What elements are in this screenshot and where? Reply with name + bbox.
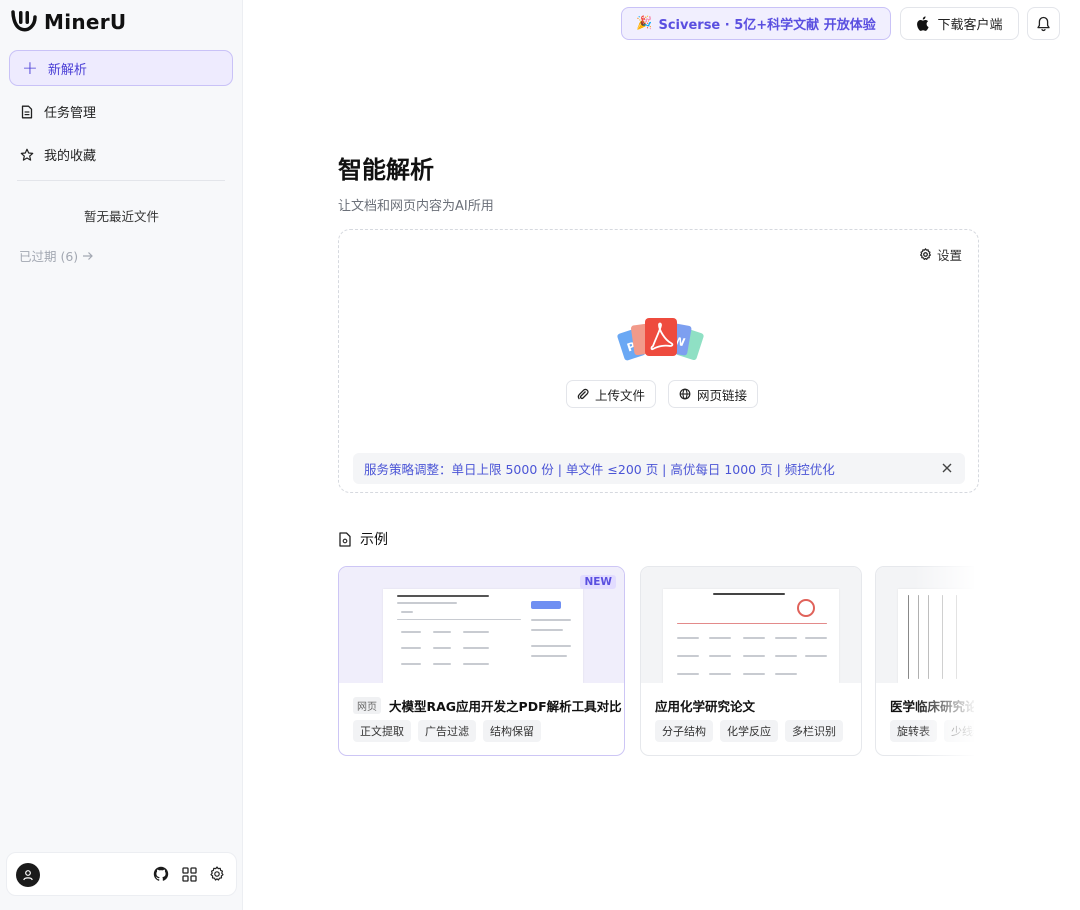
example-card-chemistry[interactable]: 应用化学研究论文 分子结构 化学反应 多栏识别 — [640, 566, 862, 756]
example-thumbnail — [641, 567, 861, 683]
sidebar-divider — [17, 180, 225, 181]
paperclip-icon — [577, 388, 589, 400]
settings-label: 设置 — [936, 248, 962, 263]
download-client-label: 下载客户端 — [937, 18, 1003, 33]
document-icon — [339, 531, 351, 547]
new-parse-label: 新解析 — [47, 62, 87, 78]
example-title: 大模型RAG应用开发之PDF解析工具对比 — [389, 699, 622, 714]
example-tag: 旋转表 — [890, 720, 937, 742]
plus-icon: + — [22, 56, 38, 79]
party-popper-icon: 🎉 — [636, 16, 653, 31]
examples-heading-label: 示例 — [360, 532, 388, 548]
example-tag: 分子结构 — [655, 720, 713, 742]
new-badge: NEW — [580, 575, 616, 589]
github-icon[interactable] — [152, 865, 170, 883]
example-type-badge: 网页 — [353, 697, 381, 714]
example-card-rag[interactable]: NEW 网页 大模型RAG应用开发之PDF解析工具对比 正文提取 广告过滤 结构… — [338, 566, 625, 756]
new-parse-button[interactable]: + 新解析 — [9, 50, 233, 86]
web-link-label: 网页链接 — [697, 387, 748, 403]
examples-carousel: NEW 网页 大模型RAG应用开发之PDF解析工具对比 正文提取 广告过滤 结构… — [338, 566, 974, 758]
app-logo[interactable]: MinerU — [10, 9, 126, 35]
parse-settings-button[interactable]: 设置 — [919, 245, 962, 264]
settings-gear-icon[interactable] — [208, 865, 226, 883]
example-tag: 广告过滤 — [418, 720, 476, 742]
examples-heading: 示例 — [338, 529, 388, 549]
file-types-illustration-icon: P W — [617, 318, 704, 361]
example-thumbnail: NEW — [339, 567, 624, 683]
document-list-icon — [21, 105, 33, 118]
app-name: MinerU — [44, 10, 127, 34]
example-tag: 少线表 — [944, 720, 974, 742]
notice-text: 服务策略调整：单日上限 5000 份 | 单文件 ≤200 页 | 高优每日 1… — [364, 462, 835, 477]
web-link-button[interactable]: 网页链接 — [668, 380, 759, 408]
download-client-button[interactable]: 下载客户端 — [900, 7, 1019, 40]
service-notice-banner: 服务策略调整：单日上限 5000 份 | 单文件 ≤200 页 | 高优每日 1… — [353, 453, 965, 484]
example-tag: 多栏识别 — [785, 720, 843, 742]
page-subtitle: 让文档和网页内容为AI所用 — [338, 199, 494, 214]
star-icon — [20, 148, 34, 161]
page-title: 智能解析 — [338, 156, 434, 184]
mineru-logo-icon — [11, 10, 37, 32]
sidebar-item-label: 我的收藏 — [44, 149, 97, 164]
empty-recent-text: 暂无最近文件 — [83, 209, 159, 224]
apps-grid-icon[interactable] — [180, 865, 198, 883]
upload-dropzone[interactable]: 设置 P W 上传文件 网页链接 服务策略调整：单日上限 5000 份 | 单文… — [338, 229, 979, 493]
example-tag: 化学反应 — [720, 720, 778, 742]
upload-file-button[interactable]: 上传文件 — [566, 380, 657, 408]
example-title: 医学临床研究论文 — [890, 699, 974, 714]
sidebar-footer — [6, 852, 237, 896]
apple-icon — [917, 16, 930, 31]
arrow-right-icon — [83, 251, 94, 260]
close-icon[interactable] — [940, 461, 954, 475]
sciverse-promo-banner[interactable]: 🎉 Sciverse · 5亿+科学文献 开放体验 — [621, 7, 891, 40]
promo-text: Sciverse · 5亿+科学文献 开放体验 — [658, 18, 876, 33]
bell-icon — [1037, 16, 1050, 31]
sidebar: MinerU + 新解析 任务管理 我的收藏 暂无最近文件 已过期 (6) — [0, 0, 243, 910]
example-card-medical[interactable]: 医学临床研究论文 旋转表 少线表 — [875, 566, 974, 756]
sidebar-item-label: 任务管理 — [44, 106, 97, 121]
expired-files-link[interactable]: 已过期 (6) — [19, 246, 94, 265]
sidebar-item-favorites[interactable]: 我的收藏 — [20, 145, 96, 164]
example-thumbnail — [876, 567, 974, 683]
example-tag: 正文提取 — [353, 720, 411, 742]
example-title: 应用化学研究论文 — [655, 699, 756, 714]
notifications-button[interactable] — [1027, 7, 1060, 40]
globe-icon — [679, 388, 691, 400]
expired-label: 已过期 (6) — [19, 249, 79, 264]
gear-icon — [920, 248, 931, 260]
upload-file-label: 上传文件 — [595, 387, 646, 403]
example-tag: 结构保留 — [483, 720, 541, 742]
user-icon — [23, 870, 33, 881]
user-avatar[interactable] — [16, 863, 40, 887]
sidebar-item-tasks[interactable]: 任务管理 — [20, 102, 96, 121]
